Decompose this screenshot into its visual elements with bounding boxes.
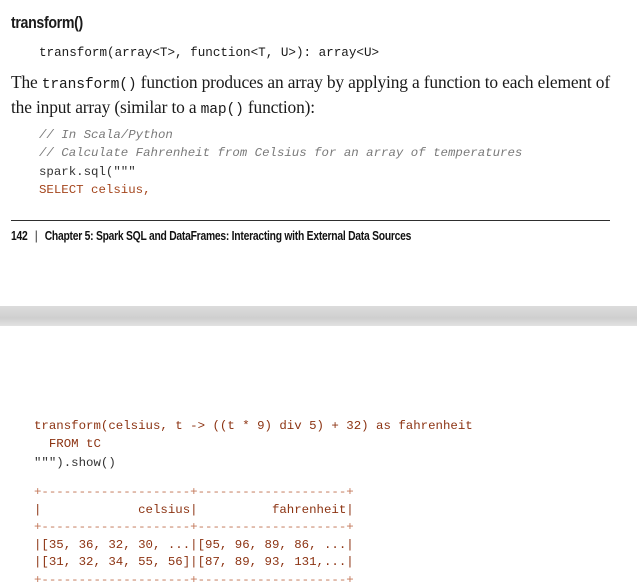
table-row: |[35, 36, 32, 30, ...|[95, 96, 89, 86, .…	[34, 537, 354, 552]
paragraph-text: The	[11, 72, 42, 92]
code-line: spark.sql("""	[39, 164, 136, 179]
code-line: SELECT celsius,	[39, 183, 151, 198]
paragraph-text: function):	[243, 97, 315, 117]
inline-code-map: map()	[200, 102, 244, 118]
function-signature: transform(array<T>, function<T, U>): arr…	[39, 46, 380, 60]
footer-rule	[11, 220, 610, 221]
table-row: |[31, 32, 34, 55, 56]|[87, 89, 93, 131,.…	[34, 555, 354, 570]
inline-code-transform: transform()	[41, 77, 137, 93]
page-break	[0, 306, 637, 326]
code-line: transform(celsius, t -> ((t * 9) div 5) …	[34, 419, 473, 433]
code-block-top: // In Scala/Python // Calculate Fahrenhe…	[39, 126, 522, 200]
page-number: 142	[11, 229, 28, 243]
code-comment: // Calculate Fahrenheit from Celsius for…	[39, 146, 523, 161]
description-paragraph: The transform() function produces an arr…	[11, 71, 623, 121]
section-heading: transform()	[11, 14, 83, 32]
output-table: +--------------------+------------------…	[34, 484, 354, 587]
table-header-row: | celsius| fahrenheit|	[34, 502, 354, 517]
code-block-bottom: transform(celsius, t -> ((t * 9) div 5) …	[34, 417, 473, 472]
code-line: """).show()	[34, 455, 116, 470]
footer-separator: |	[34, 229, 38, 243]
page-footer: 142 | Chapter 5: Spark SQL and DataFrames:…	[11, 229, 411, 243]
table-border: +--------------------+------------------…	[34, 572, 354, 587]
table-border: +--------------------+------------------…	[34, 485, 354, 499]
code-line: FROM tC	[34, 437, 101, 452]
code-comment: // In Scala/Python	[39, 128, 173, 142]
chapter-title: Chapter 5: Spark SQL and DataFrames: Int…	[44, 229, 412, 243]
table-border: +--------------------+------------------…	[34, 520, 354, 535]
